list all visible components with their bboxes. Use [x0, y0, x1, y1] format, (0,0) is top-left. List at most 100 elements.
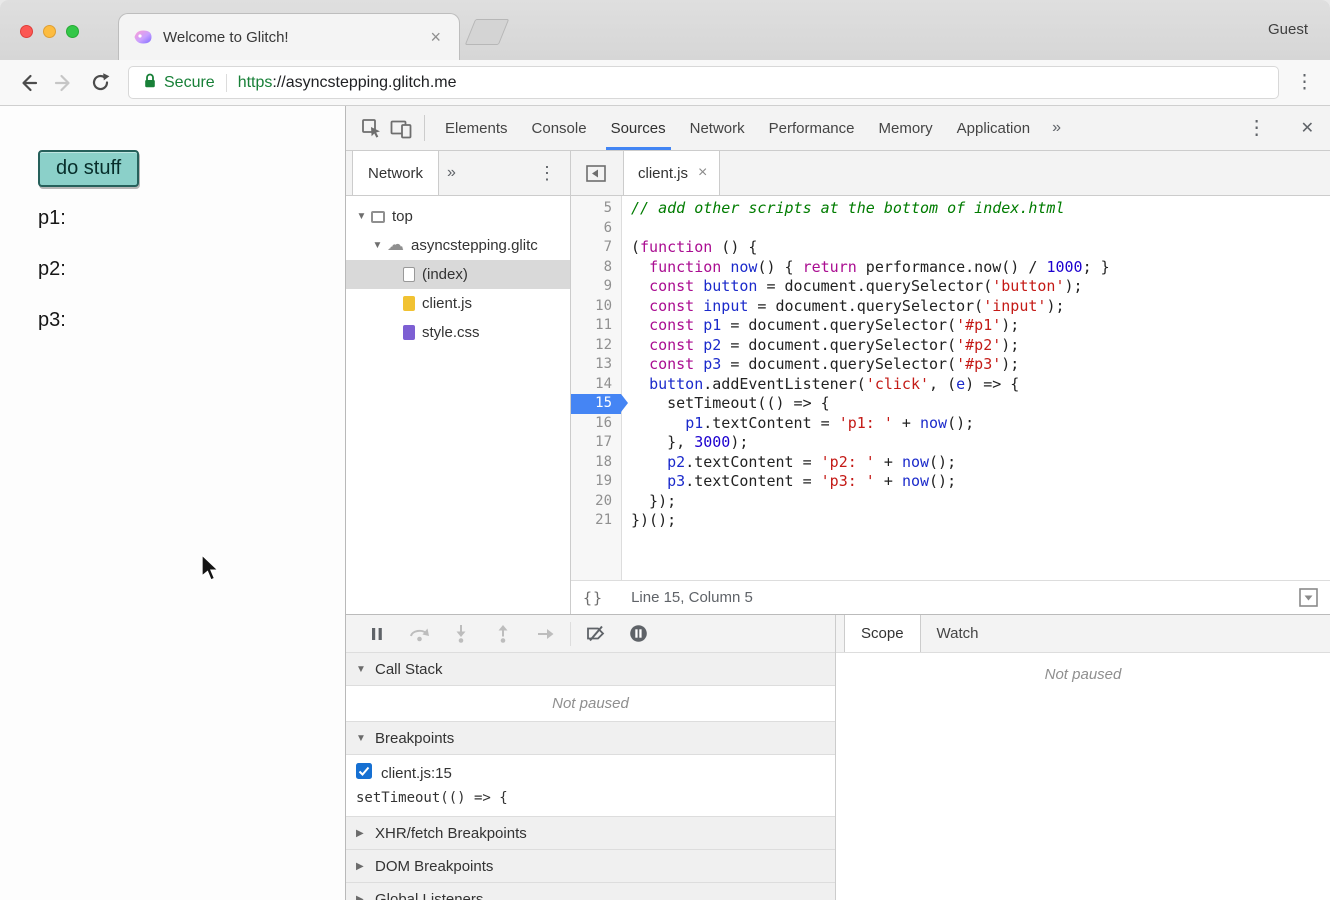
line-number[interactable]: 11 — [571, 316, 621, 336]
devtools-menu-icon[interactable]: ⋮ — [1241, 118, 1273, 138]
pause-script-icon[interactable] — [356, 626, 398, 642]
secure-lock-icon[interactable] — [143, 72, 157, 94]
line-number[interactable]: 12 — [571, 336, 621, 356]
tree-item-index[interactable]: (index) — [346, 260, 570, 289]
expander-icon[interactable]: ▼ — [370, 240, 385, 251]
tree-item-asyncstepping-glitc[interactable]: ▼☁asyncstepping.glitc — [346, 231, 570, 260]
line-number[interactable]: 18 — [571, 453, 621, 473]
xhr-breakpoints-arrow-icon[interactable]: ▶ — [356, 828, 367, 839]
code-text: (function () { — [621, 238, 757, 258]
inspect-element-icon[interactable] — [356, 113, 386, 143]
tab-close-icon[interactable]: × — [426, 26, 445, 48]
step-icon[interactable] — [524, 626, 566, 642]
call-stack-header[interactable]: ▼ Call Stack — [346, 653, 835, 686]
back-button[interactable] — [10, 66, 46, 100]
navigator-tabs: Network » ⋮ — [346, 151, 570, 196]
line-number[interactable]: 9 — [571, 277, 621, 297]
line-number[interactable]: 17 — [571, 433, 621, 453]
step-out-icon[interactable] — [482, 624, 524, 643]
scope-empty-message: Not paused — [836, 666, 1330, 683]
breakpoint-line-number[interactable]: 15 — [571, 394, 621, 414]
code-line-8: 8 function now() { return performance.no… — [571, 258, 1330, 278]
titlebar: Welcome to Glitch! × Guest — [0, 0, 1330, 60]
line-number[interactable]: 7 — [571, 238, 621, 258]
line-number[interactable]: 21 — [571, 511, 621, 531]
devtools-close-icon[interactable]: ✕ — [1301, 118, 1314, 138]
code-line-5: 5// add other scripts at the bottom of i… — [571, 199, 1330, 219]
line-number[interactable]: 5 — [571, 199, 621, 219]
dom-breakpoints-arrow-icon[interactable]: ▶ — [356, 861, 367, 872]
devtools-tab-memory[interactable]: Memory — [867, 106, 945, 150]
line-number[interactable]: 20 — [571, 492, 621, 512]
breakpoint-entry[interactable]: client.js:15 setTimeout(() => { — [346, 755, 835, 817]
browser-tab[interactable]: Welcome to Glitch! × — [118, 13, 460, 60]
code-text: p3.textContent = 'p3: ' + now(); — [621, 472, 956, 492]
devtools-tab-elements[interactable]: Elements — [433, 106, 520, 150]
line-number[interactable]: 19 — [571, 472, 621, 492]
tree-item-top[interactable]: ▼ top — [346, 202, 570, 231]
close-window-button[interactable] — [20, 25, 33, 38]
call-stack-arrow-icon[interactable]: ▼ — [356, 664, 367, 675]
do-stuff-button[interactable]: do stuff — [38, 150, 139, 187]
reload-button[interactable] — [82, 66, 118, 100]
step-over-icon[interactable] — [398, 625, 440, 642]
address-bar[interactable]: Secure https://asyncstepping.glitch.me — [128, 66, 1279, 99]
editor-tab-close-icon[interactable]: × — [698, 165, 707, 181]
zoom-window-button[interactable] — [66, 25, 79, 38]
browser-menu-icon[interactable]: ⋮ — [1289, 73, 1320, 92]
global-listeners-arrow-icon[interactable]: ▶ — [356, 894, 367, 900]
tree-item-style-css[interactable]: style.css — [346, 318, 570, 347]
pause-on-exceptions-icon[interactable] — [617, 624, 659, 643]
call-stack-empty-message: Not paused — [346, 686, 835, 722]
tab-watch[interactable]: Watch — [921, 615, 995, 652]
toggle-navigator-icon[interactable] — [581, 158, 611, 188]
code-line-12: 12 const p2 = document.querySelector('#p… — [571, 336, 1330, 356]
code-editor[interactable]: 5// add other scripts at the bottom of i… — [571, 196, 1330, 580]
line-number[interactable]: 8 — [571, 258, 621, 278]
devtools-tab-application[interactable]: Application — [945, 106, 1042, 150]
devtools-tab-sources[interactable]: Sources — [599, 106, 678, 150]
devtools-tab-console[interactable]: Console — [520, 106, 599, 150]
tab-scope[interactable]: Scope — [844, 615, 921, 652]
navigator-tab-network[interactable]: Network — [352, 151, 439, 195]
new-tab-button[interactable] — [465, 19, 510, 45]
expander-icon[interactable]: ▼ — [354, 211, 369, 222]
p3-text: p3: — [38, 309, 66, 332]
line-number[interactable]: 14 — [571, 375, 621, 395]
device-toolbar-icon[interactable] — [386, 113, 416, 143]
url-text[interactable]: https://asyncstepping.glitch.me — [238, 74, 457, 92]
pretty-print-icon[interactable]: {} — [583, 589, 603, 607]
devtools-panel: ElementsConsoleSourcesNetworkPerformance… — [345, 106, 1330, 900]
breakpoints-header[interactable]: ▼ Breakpoints — [346, 722, 835, 755]
tree-item-label: top — [392, 208, 413, 225]
breakpoints-arrow-icon[interactable]: ▼ — [356, 733, 367, 744]
minimize-window-button[interactable] — [43, 25, 56, 38]
devtools-tab-performance[interactable]: Performance — [757, 106, 867, 150]
code-line-15: 15 setTimeout(() => { — [571, 394, 1330, 414]
editor-tab-client-js[interactable]: client.js × — [623, 151, 720, 195]
breakpoint-checkbox[interactable] — [356, 763, 372, 783]
line-number[interactable]: 16 — [571, 414, 621, 434]
url-rest: ://asyncstepping.glitch.me — [272, 74, 456, 91]
code-line-9: 9 const button = document.querySelector(… — [571, 277, 1330, 297]
line-number[interactable]: 13 — [571, 355, 621, 375]
line-number[interactable]: 10 — [571, 297, 621, 317]
code-line-14: 14 button.addEventListener('click', (e) … — [571, 375, 1330, 395]
forward-button[interactable] — [46, 66, 82, 100]
xhr-breakpoints-header[interactable]: ▶ XHR/fetch Breakpoints — [346, 817, 835, 850]
dom-breakpoints-header[interactable]: ▶ DOM Breakpoints — [346, 850, 835, 883]
expand-drawer-icon[interactable] — [1299, 588, 1318, 607]
line-number[interactable]: 6 — [571, 219, 621, 239]
code-text: const input = document.querySelector('in… — [621, 297, 1065, 317]
code-text: button.addEventListener('click', (e) => … — [621, 375, 1019, 395]
step-into-icon[interactable] — [440, 624, 482, 643]
devtools-tab-network[interactable]: Network — [678, 106, 757, 150]
glitch-favicon-icon — [133, 29, 153, 45]
code-text: p1.textContent = 'p1: ' + now(); — [621, 414, 974, 434]
tabs-overflow-icon[interactable]: » — [1042, 119, 1071, 137]
global-listeners-header[interactable]: ▶ Global Listeners — [346, 883, 835, 900]
navigator-menu-icon[interactable]: ⋮ — [532, 164, 562, 182]
deactivate-breakpoints-icon[interactable] — [575, 625, 617, 642]
navigator-overflow-icon[interactable]: » — [439, 164, 464, 182]
tree-item-client-js[interactable]: client.js — [346, 289, 570, 318]
